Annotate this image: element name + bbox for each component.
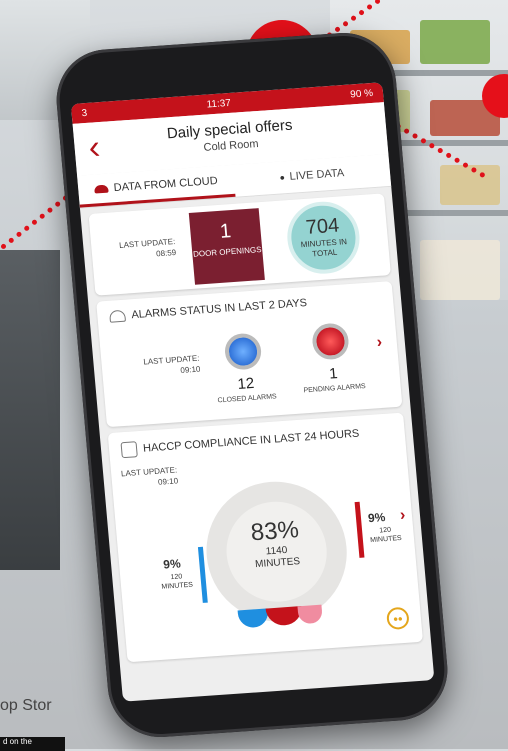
above-range-segment — [297, 604, 323, 625]
door-label: DOOR OPENINGS — [192, 245, 262, 259]
below-range-minutes: 120 MINUTES — [156, 571, 197, 592]
above-range-percent: 9% — [367, 510, 386, 526]
card-title: HACCP COMPLIANCE IN LAST 24 HOURS — [120, 426, 360, 459]
pending-alarm-light-icon — [310, 322, 351, 361]
door-count: 1 — [219, 220, 233, 243]
cloud-icon — [94, 184, 110, 194]
last-update: LAST UPDATE: 09:10 — [107, 353, 201, 381]
door-openings-card[interactable]: LAST UPDATE: 08:59 1 DOOR OPENINGS 704 M… — [88, 193, 391, 296]
live-dot-icon: • — [279, 169, 286, 186]
donut-center: 83% 1140 MINUTES — [222, 498, 331, 605]
closed-alarm-light-icon — [223, 332, 263, 371]
closed-alarms-count: 12 — [236, 374, 255, 393]
card-title: ALARMS STATUS IN LAST 2 DAYS — [108, 297, 308, 323]
minutes-label: MINUTES — [161, 581, 194, 591]
pending-alarms-count: 1 — [328, 365, 339, 383]
alarms-card[interactable]: ALARMS STATUS IN LAST 2 DAYS LAST UPDATE… — [96, 281, 403, 428]
closed-alarms-label: CLOSED ALARMS — [217, 393, 277, 405]
minutes-label: MINUTES IN TOTAL — [300, 237, 348, 259]
store-caption: op Stor — [0, 697, 52, 714]
last-update: LAST UPDATE: 09:10 — [115, 464, 179, 490]
alarms-title: ALARMS STATUS IN LAST 2 DAYS — [130, 297, 308, 322]
above-range-bar — [354, 501, 365, 558]
alarm-siren-icon — [108, 309, 126, 323]
carrier: 3 — [81, 107, 88, 119]
compliance-donut: 83% 1140 MINUTES — [200, 477, 353, 629]
haccp-card[interactable]: HACCP COMPLIANCE IN LAST 24 HOURS LAST U… — [107, 412, 424, 663]
above-range-minutes: 120 MINUTES — [365, 525, 406, 546]
haccp-title: HACCP COMPLIANCE IN LAST 24 HOURS — [142, 427, 360, 455]
door-openings-box: 1 DOOR OPENINGS — [188, 208, 265, 285]
app-screen: 3 11:37 90 % ‹ Daily special offers Cold… — [70, 82, 435, 702]
below-range-percent: 9% — [162, 556, 182, 572]
eggs — [420, 240, 500, 300]
minutes-circle: 704 MINUTES IN TOTAL — [284, 199, 363, 277]
food-package — [420, 20, 490, 64]
tab-label: LIVE DATA — [289, 167, 345, 183]
thermometer-box-icon — [120, 441, 138, 459]
clock: 11:37 — [206, 97, 232, 111]
below-range-segment — [237, 608, 270, 629]
neutral-face-icon: •• — [385, 606, 410, 631]
phone: 3 11:37 90 % ‹ Daily special offers Cold… — [52, 29, 452, 741]
pending-alarms-label: PENDING ALARMS — [303, 383, 366, 395]
last-update: LAST UPDATE: 08:59 — [97, 236, 177, 263]
chevron-right-icon[interactable]: › — [399, 507, 406, 525]
chevron-right-icon[interactable]: › — [376, 334, 383, 352]
tab-label: DATA FROM CLOUD — [113, 174, 219, 194]
minutes-label: MINUTES — [369, 534, 402, 545]
battery: 90 % — [349, 87, 374, 100]
display-case — [0, 250, 60, 570]
